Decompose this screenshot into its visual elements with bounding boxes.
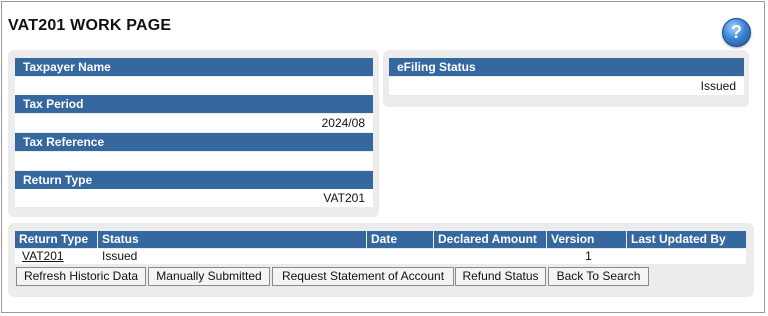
col-header-date: Date bbox=[367, 231, 433, 248]
return-type-label: Return Type bbox=[15, 171, 373, 189]
taxpayer-name-label: Taxpayer Name bbox=[15, 58, 373, 76]
col-header-last-updated-by: Last Updated By bbox=[627, 231, 746, 248]
col-header-version: Version bbox=[547, 231, 626, 248]
back-to-search-button[interactable]: Back To Search bbox=[548, 267, 649, 286]
page-title: VAT201 WORK PAGE bbox=[8, 17, 172, 34]
efiling-status-label: eFiling Status bbox=[389, 58, 744, 76]
cell-last-updated-by bbox=[627, 249, 746, 264]
tax-period-label: Tax Period bbox=[15, 95, 373, 113]
return-type-link[interactable]: VAT201 bbox=[22, 249, 64, 263]
tax-reference-label: Tax Reference bbox=[15, 133, 373, 151]
col-header-status: Status bbox=[98, 231, 366, 248]
col-header-declared-amount: Declared Amount bbox=[434, 231, 546, 248]
question-mark-icon: ? bbox=[731, 22, 742, 42]
tax-period-value: 2024/08 bbox=[15, 114, 373, 132]
help-button[interactable]: ? bbox=[722, 18, 751, 47]
refresh-historic-data-button[interactable]: Refresh Historic Data bbox=[16, 267, 146, 286]
request-statement-button[interactable]: Request Statement of Account bbox=[272, 267, 454, 286]
cell-declared-amount bbox=[434, 249, 546, 264]
efiling-status-value: Issued bbox=[389, 77, 744, 95]
manually-submitted-button[interactable]: Manually Submitted bbox=[148, 267, 270, 286]
cell-status: Issued bbox=[102, 249, 138, 263]
tax-reference-value bbox=[15, 152, 373, 170]
return-type-value: VAT201 bbox=[15, 189, 373, 207]
taxpayer-name-value bbox=[15, 77, 373, 95]
cell-return-type: VAT201 bbox=[18, 249, 97, 264]
cell-version: 1 bbox=[585, 249, 592, 263]
refund-status-button[interactable]: Refund Status bbox=[455, 267, 546, 286]
cell-date bbox=[367, 249, 433, 264]
col-header-return-type: Return Type bbox=[15, 231, 97, 248]
